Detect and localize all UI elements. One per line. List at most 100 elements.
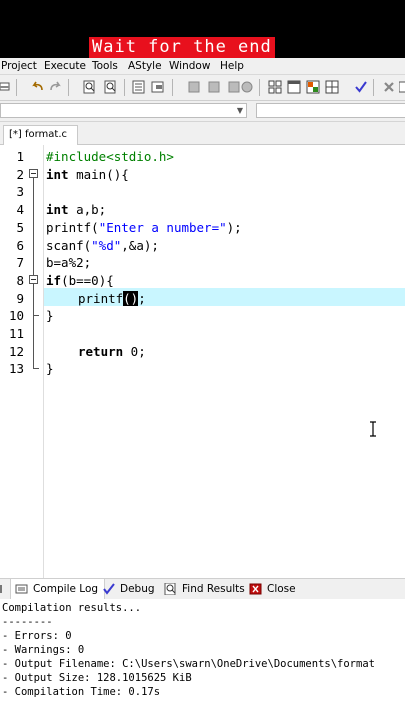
- string-literal: "%d": [91, 237, 122, 253]
- code-text: scanf(: [46, 237, 92, 253]
- keyword: int: [46, 202, 69, 218]
- bookmark-icon[interactable]: [151, 80, 165, 94]
- redo-icon[interactable]: [49, 80, 63, 94]
- line-number: 10: [8, 308, 24, 324]
- fold-guide: [33, 315, 34, 368]
- tab-compile-log[interactable]: Compile Log: [10, 579, 106, 599]
- line-number-gutter: 1 2 3 4 5 6 7 8 9 10 11 12 13: [0, 145, 44, 578]
- find-results-icon: [164, 583, 176, 595]
- line-number: 7: [16, 255, 24, 271]
- log-line: --------: [2, 616, 53, 628]
- keyword: int: [46, 166, 69, 182]
- debug-check-icon: [103, 583, 115, 595]
- replace-icon[interactable]: [104, 80, 118, 94]
- line-number: 3: [16, 184, 24, 200]
- keyword: return: [78, 343, 124, 359]
- banner-caption: Wait for the end: [89, 37, 275, 58]
- code-line-5: printf("Enter a number=");: [46, 219, 242, 237]
- log-line: - Compilation Time: 0.17s: [2, 686, 161, 698]
- menu-help[interactable]: Help: [220, 58, 244, 74]
- line-number: 11: [8, 326, 24, 341]
- code-text: 0;: [123, 343, 146, 359]
- undo-icon[interactable]: [30, 80, 44, 94]
- code-line-12: return 0;: [78, 343, 146, 361]
- tab-close[interactable]: Close: [249, 579, 296, 599]
- code-text: printf: [78, 290, 124, 306]
- tab-format-c[interactable]: [*] format.c: [3, 125, 79, 145]
- combo-row: ▼: [0, 101, 405, 122]
- tab-find-results[interactable]: Find Results: [164, 579, 245, 599]
- rebuild-icon[interactable]: [240, 80, 254, 94]
- toolbar-separator: [16, 79, 17, 96]
- compile-icon[interactable]: [187, 80, 201, 94]
- code-line-7: b=a%2;: [46, 255, 92, 271]
- toolbar-separator: [68, 79, 69, 96]
- log-line: - Output Filename: C:\Users\swarn\OneDri…: [2, 658, 375, 670]
- print-icon[interactable]: [0, 80, 14, 94]
- code-text: main(){: [68, 166, 129, 182]
- line-number: 2: [16, 166, 24, 182]
- goto-icon[interactable]: [132, 80, 146, 94]
- toolbar-separator: [124, 79, 125, 96]
- check-icon[interactable]: [354, 80, 368, 94]
- classes-icon[interactable]: [306, 80, 320, 94]
- close-panel-icon: [249, 583, 262, 595]
- code-line-13: }: [46, 361, 54, 377]
- menu-tools[interactable]: Tools: [92, 58, 118, 74]
- tab-label: Close: [267, 583, 296, 595]
- fold-guide: [33, 284, 34, 315]
- code-line-4: int a,b;: [46, 201, 106, 219]
- code-editor[interactable]: 1 2 3 4 5 6 7 8 9 10 11 12 13 #include<s…: [0, 145, 405, 578]
- menu-bar: Project Execute Tools AStyle Window Help: [0, 58, 405, 75]
- code-line-10: }: [46, 308, 54, 324]
- code-line-2: int main(){: [46, 166, 129, 184]
- bracket-match-selection: (): [123, 290, 139, 306]
- new-project-icon[interactable]: [268, 80, 282, 94]
- text-cursor-icon: [370, 421, 376, 437]
- close-x-icon[interactable]: [382, 80, 396, 94]
- line-number: 4: [16, 202, 24, 218]
- tab-label: Compile Log: [33, 583, 99, 595]
- code-text: (b==0){: [61, 272, 114, 288]
- keyword: if: [46, 272, 62, 288]
- editor-tab-strip: [*] format.c: [0, 122, 405, 145]
- line-number: 12: [8, 343, 24, 359]
- compile-run-icon[interactable]: [227, 80, 241, 94]
- toolbar-separator: [259, 79, 260, 96]
- code-text: ;: [138, 290, 146, 306]
- line-number: 9: [16, 290, 24, 306]
- fold-guide: [33, 178, 34, 278]
- top-banner: Wait for the end: [0, 0, 405, 58]
- menu-project[interactable]: Project: [1, 58, 37, 74]
- compile-log-icon: [15, 584, 28, 594]
- tab-debug[interactable]: Debug: [102, 579, 155, 599]
- code-line-9: printf();: [78, 290, 146, 308]
- find-icon[interactable]: [83, 80, 97, 94]
- toolbar-separator: [373, 79, 374, 96]
- member-dropdown[interactable]: [256, 103, 405, 118]
- menu-execute[interactable]: Execute: [44, 58, 86, 74]
- tab-label: Debug: [120, 583, 155, 595]
- fold-end: [33, 368, 39, 369]
- code-line-1: #include<stdio.h>: [46, 149, 174, 164]
- panel-tab-icon[interactable]: [0, 583, 4, 595]
- code-text: a,b;: [68, 202, 107, 218]
- fold-toggle[interactable]: [29, 275, 38, 284]
- log-line: - Output Size: 128.1015625 KiB: [2, 672, 192, 684]
- code-text: );: [226, 219, 242, 235]
- code-line-8: if(b==0){: [46, 272, 114, 290]
- window-icon[interactable]: [287, 80, 301, 94]
- log-line: - Errors: 0: [2, 630, 72, 642]
- menu-astyle[interactable]: AStyle: [128, 58, 162, 74]
- code-text: printf(: [46, 219, 99, 235]
- class-dropdown[interactable]: ▼: [0, 103, 247, 118]
- menu-window[interactable]: Window: [169, 58, 210, 74]
- layout-icon[interactable]: [325, 80, 339, 94]
- line-number: 6: [16, 237, 24, 253]
- run-icon[interactable]: [207, 80, 221, 94]
- tab-label: Find Results: [182, 583, 245, 595]
- more-icon[interactable]: [399, 80, 405, 94]
- line-number: 5: [16, 219, 24, 235]
- fold-toggle[interactable]: [29, 169, 38, 178]
- compile-log-output[interactable]: Compilation results... -------- - Errors…: [0, 599, 405, 720]
